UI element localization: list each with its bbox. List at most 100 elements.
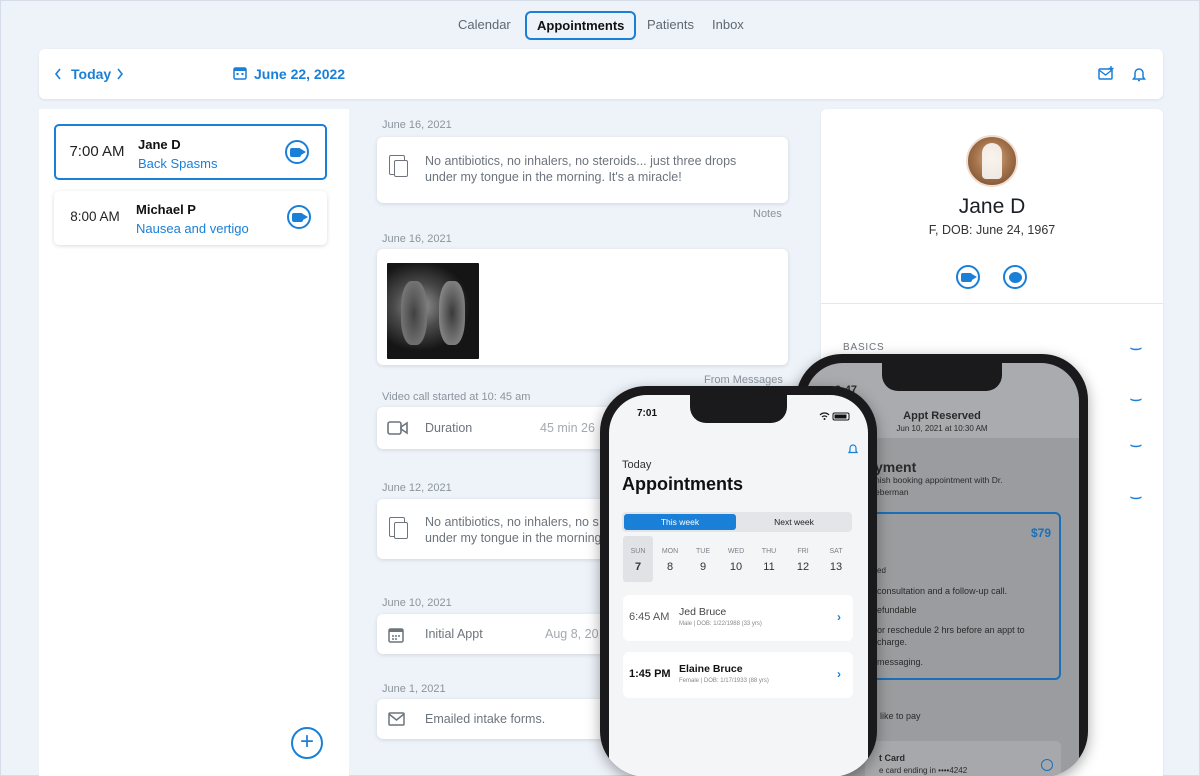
tab-inbox[interactable]: Inbox (712, 11, 744, 41)
phone-screen: 7:01 Today Appointments This week Next w… (609, 395, 868, 776)
plan-card[interactable]: $79 ed consultation and a follow-up call… (865, 512, 1061, 680)
video-camera-icon (387, 420, 409, 441)
appointment-patient-name: Michael P (136, 202, 196, 217)
note-text-line: under my tongue in the morning. It's a m… (425, 170, 682, 184)
today-label: Today (622, 459, 652, 471)
appointment-reason: Nausea and vertigo (136, 221, 249, 236)
day-mon[interactable]: MON 8 (655, 536, 685, 573)
feed-date: June 16, 2021 (382, 119, 452, 131)
day-wed[interactable]: WED 10 (721, 536, 751, 573)
card-option[interactable]: t Card e card ending in ••••4242 (865, 741, 1061, 776)
plan-line: ed (877, 566, 886, 575)
appointment-history-label: Initial Appt (425, 627, 483, 641)
note-card[interactable]: No antibiotics, no inhalers, no steroids… (377, 137, 788, 203)
feed-date: June 1, 2021 (382, 683, 446, 695)
chevron-down-icon[interactable]: ⌣ (1130, 438, 1143, 453)
feed-date: June 16, 2021 (382, 233, 452, 245)
appointment-time: 7:00 AM (69, 143, 125, 160)
day-sun[interactable]: SUN 7 (623, 536, 653, 582)
calendar-icon (388, 627, 404, 648)
wifi-battery-icon (819, 408, 853, 426)
appointment-card[interactable]: 8:00 AM Michael P Nausea and vertigo (54, 191, 327, 245)
today-button[interactable]: Today (71, 49, 111, 99)
mail-icon (388, 712, 405, 731)
patient-details: Male | DOB: 1/22/1988 (33 yrs) (679, 621, 762, 627)
patient-dob: F, DOB: June 24, 1967 (928, 223, 1056, 237)
section-basics-label: BASICS (843, 342, 885, 353)
top-nav: Calendar Appointments Patients Inbox (1, 11, 1200, 41)
email-label: Emailed intake forms. (425, 712, 546, 726)
video-call-card[interactable]: Duration 45 min 26 (377, 407, 617, 449)
chevron-right-icon: › (837, 610, 841, 624)
plan-line: messaging. (877, 657, 924, 667)
note-text-line: No antibiotics, no inhalers, no s (425, 515, 599, 529)
appointment-list: 7:00 AM Jane D Back Spasms 8:00 AM Micha… (39, 109, 349, 776)
this-week-tab[interactable]: This week (624, 514, 736, 530)
patient-details: Female | DOB: 1/17/1933 (88 yrs) (679, 678, 769, 684)
appointment-reason: Back Spasms (138, 156, 218, 171)
patient-name: Elaine Bruce (679, 663, 743, 675)
appointment-card[interactable]: 7:00 AM Jane D Back Spasms (54, 124, 327, 180)
phone-notch (690, 395, 787, 423)
tab-appointments[interactable]: Appointments (525, 11, 637, 40)
chevron-down-icon[interactable]: ⌣ (1130, 341, 1143, 356)
mail-add-icon[interactable] (1098, 49, 1114, 99)
day-thu[interactable]: THU 11 (754, 536, 784, 573)
chevron-right-icon[interactable] (115, 49, 125, 99)
screen-title: Appointments (622, 474, 743, 494)
chat-icon[interactable] (1003, 265, 1027, 289)
appointment-history-card[interactable]: Initial Appt Aug 8, 20 (377, 614, 617, 654)
next-week-tab[interactable]: Next week (738, 514, 850, 530)
check-icon (1041, 759, 1053, 771)
payment-desc: eberman (875, 487, 909, 497)
chevron-down-icon[interactable]: ⌣ (1130, 392, 1143, 407)
front-phone-mockup: 7:01 Today Appointments This week Next w… (600, 386, 877, 776)
duration-label: Duration (425, 421, 473, 435)
tab-calendar[interactable]: Calendar (458, 11, 511, 41)
feed-date: Video call started at 10: 45 am (382, 391, 531, 403)
feed-source: Notes (753, 208, 782, 220)
patient-name: Jane D (958, 195, 1026, 218)
payment-heading: yment (875, 459, 917, 475)
chevron-down-icon[interactable]: ⌣ (1130, 490, 1143, 505)
patient-appointment-card[interactable]: 6:45 AM Jed Bruce Male | DOB: 1/22/1988 … (623, 595, 853, 641)
image-card[interactable] (377, 249, 788, 365)
date-picker[interactable]: June 22, 2022 (254, 49, 345, 99)
email-card[interactable]: Emailed intake forms. (377, 699, 617, 739)
card-sub: e card ending in ••••4242 (879, 766, 968, 775)
payment-desc: nish booking appointment with Dr. (875, 475, 1003, 485)
note-text-line: No antibiotics, no inhalers, no steroids… (425, 154, 737, 168)
tab-patients[interactable]: Patients (647, 11, 694, 41)
plan-price: $79 (1030, 526, 1051, 540)
patient-appointment-card[interactable]: 1:45 PM Elaine Bruce Female | DOB: 1/17/… (623, 652, 853, 698)
day-sat[interactable]: SAT 13 (821, 536, 851, 573)
week-toggle: This week Next week (622, 512, 852, 532)
document-icon (389, 155, 408, 177)
note-text-line: under my tongue in the morning (425, 531, 602, 545)
phone-notch (882, 363, 1002, 391)
bell-icon[interactable] (847, 442, 859, 460)
xray-image[interactable] (387, 263, 479, 359)
feed-date: June 10, 2021 (382, 597, 452, 609)
patient-name: Jed Bruce (679, 606, 727, 618)
duration-value: 45 min 26 (540, 421, 595, 435)
pay-label: like to pay (880, 711, 921, 721)
appointment-time: 8:00 AM (70, 209, 120, 224)
video-call-icon[interactable] (285, 140, 309, 164)
card-label: t Card (879, 753, 906, 763)
plan-line: consultation and a follow-up call. (877, 586, 1008, 596)
bell-icon[interactable] (1132, 49, 1146, 99)
note-card[interactable]: No antibiotics, no inhalers, no s under … (377, 499, 617, 559)
appointment-time: 6:45 AM (629, 611, 670, 623)
document-icon (389, 517, 408, 539)
video-call-icon[interactable] (287, 205, 311, 229)
feed-source: From Messages (704, 374, 783, 386)
day-fri[interactable]: FRI 12 (788, 536, 818, 573)
video-call-icon[interactable] (956, 265, 980, 289)
plan-line: or reschedule 2 hrs before an appt to (877, 625, 1025, 635)
day-tue[interactable]: TUE 9 (688, 536, 718, 573)
appointment-patient-name: Jane D (138, 137, 181, 152)
chevron-left-icon[interactable] (53, 49, 63, 99)
avatar (966, 135, 1018, 187)
add-appointment-button[interactable]: + (291, 727, 323, 759)
